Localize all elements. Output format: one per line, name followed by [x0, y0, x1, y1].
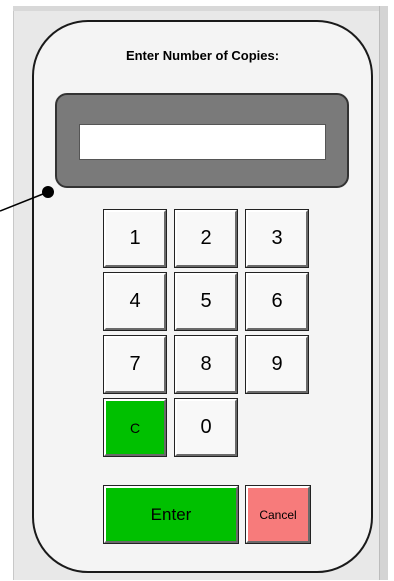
key-2-button[interactable]: 2	[174, 209, 238, 268]
cancel-button[interactable]: Cancel	[245, 485, 311, 544]
key-7-button[interactable]: 7	[103, 335, 167, 394]
copies-display[interactable]	[79, 124, 326, 160]
key-1-button[interactable]: 1	[103, 209, 167, 268]
window-scrollbar-edge	[379, 6, 388, 580]
clear-button[interactable]: C	[103, 398, 167, 457]
key-4-button[interactable]: 4	[103, 272, 167, 331]
key-6-button[interactable]: 6	[245, 272, 309, 331]
key-9-button[interactable]: 9	[245, 335, 309, 394]
key-0-button[interactable]: 0	[174, 398, 238, 457]
key-5-button[interactable]: 5	[174, 272, 238, 331]
window-top-border	[13, 6, 387, 11]
key-8-button[interactable]: 8	[174, 335, 238, 394]
key-3-button[interactable]: 3	[245, 209, 309, 268]
enter-button[interactable]: Enter	[103, 485, 239, 544]
page-title: Enter Number of Copies:	[125, 48, 280, 63]
